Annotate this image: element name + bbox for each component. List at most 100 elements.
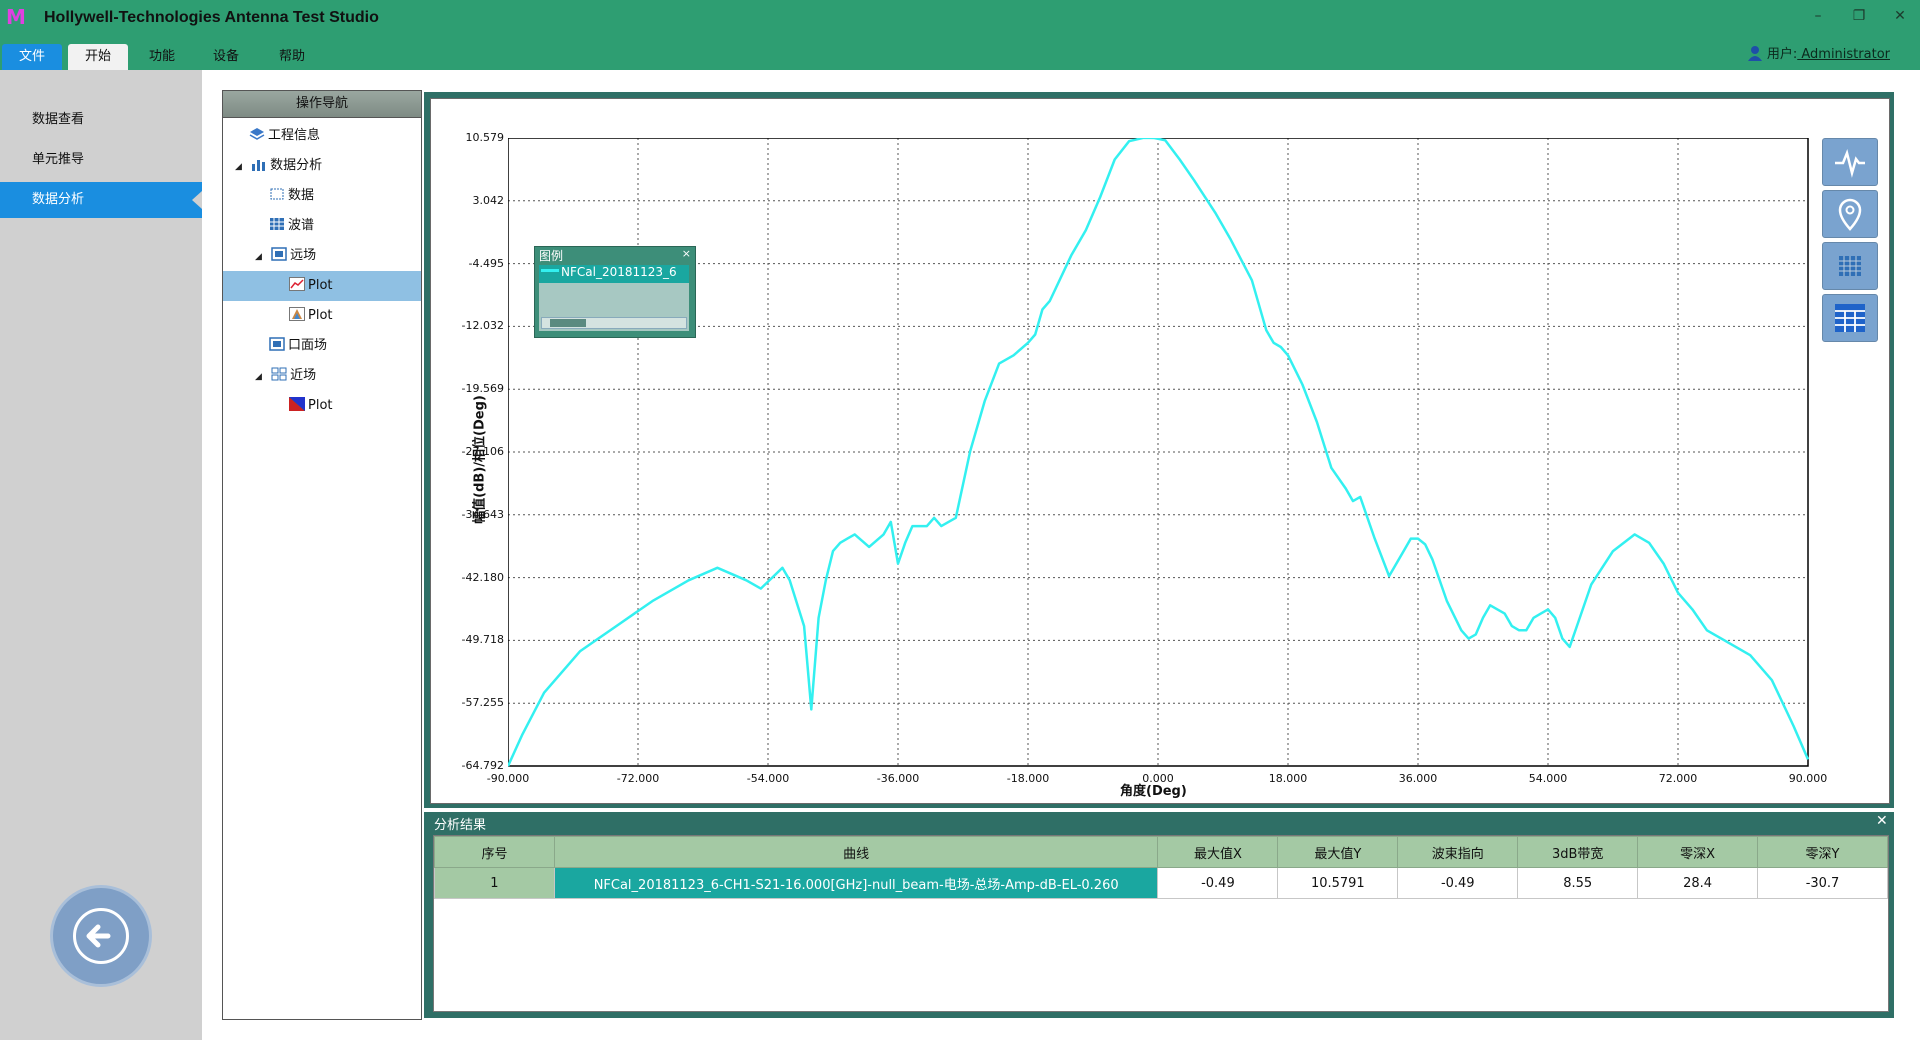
x-tick-label: -54.000 bbox=[746, 772, 790, 785]
y-tick-label: -34.643 bbox=[461, 507, 504, 521]
x-tick-label: 18.000 bbox=[1268, 772, 1308, 785]
collapse-triangle-icon[interactable]: ◢ bbox=[235, 152, 247, 182]
table-cell: NFCal_20181123_6-CH1-S21-16.000[GHz]-nul… bbox=[553, 867, 1159, 899]
operation-nav-panel: 操作导航 工程信息 ◢ 数据分析 数据 波谱 ◢ 远场 Plot Plot 口面… bbox=[222, 90, 422, 1020]
x-tick-label: -18.000 bbox=[1006, 772, 1050, 785]
legend-body: NFCal_20181123_6 bbox=[539, 265, 689, 331]
user-area[interactable]: 用户: Administrator bbox=[1747, 43, 1890, 63]
y-tick-label: -27.106 bbox=[461, 445, 504, 458]
restore-button[interactable]: ❐ bbox=[1845, 6, 1873, 26]
y-tick-label: 10.579 bbox=[465, 131, 505, 144]
menu-device[interactable]: 设备 bbox=[204, 46, 248, 68]
menu-function[interactable]: 功能 bbox=[140, 46, 184, 68]
y-tick-label: -64.792 bbox=[461, 759, 504, 772]
line-plot-icon bbox=[289, 273, 305, 291]
column-header[interactable]: 零深X bbox=[1637, 836, 1759, 868]
heatmap-plot-icon bbox=[289, 393, 305, 411]
grid-icon bbox=[1839, 256, 1861, 276]
x-tick-label: 72.000 bbox=[1658, 772, 1698, 785]
y-tick-label: -12.032 bbox=[461, 319, 504, 333]
sidebar-item-data-view[interactable]: 数据查看 bbox=[0, 102, 202, 138]
minimize-button[interactable]: – bbox=[1804, 6, 1832, 26]
table-body: 1 NFCal_20181123_6-CH1-S21-16.000[GHz]-nu… bbox=[434, 867, 1888, 899]
nav-header: 操作导航 bbox=[223, 91, 421, 118]
legend-panel[interactable]: 图例 × NFCal_20181123_6 bbox=[534, 246, 696, 338]
tree-node-spectrum[interactable]: 波谱 bbox=[223, 211, 421, 241]
x-tick-label: 90.000 bbox=[1788, 772, 1828, 785]
user-label: 用户: bbox=[1766, 47, 1798, 62]
menu-start[interactable]: 开始 bbox=[68, 44, 128, 70]
table-cell: 10.5791 bbox=[1277, 867, 1399, 899]
radiation-pattern-chart[interactable] bbox=[508, 138, 1818, 798]
table-tool-button[interactable] bbox=[1822, 294, 1878, 342]
results-table: 序号 曲线 最大值X 最大值Y 波束指向 3dB带宽 零深X 零深Y 1 NFCal_20181… bbox=[434, 836, 1888, 899]
table-cell: -0.49 bbox=[1397, 867, 1519, 899]
table-cell: 1 bbox=[434, 867, 555, 899]
legend-scroll-thumb[interactable] bbox=[550, 319, 586, 327]
column-header[interactable]: 零深Y bbox=[1757, 836, 1888, 868]
tree-node-aperture-field[interactable]: 口面场 bbox=[223, 331, 421, 361]
grid-tool-button[interactable] bbox=[1822, 242, 1878, 290]
grid-lines bbox=[508, 138, 1808, 766]
aperture-field-icon bbox=[269, 333, 285, 351]
location-pin-icon bbox=[1838, 198, 1862, 231]
table-header-row: 序号 曲线 最大值X 最大值Y 波束指向 3dB带宽 零深X 零深Y bbox=[434, 836, 1888, 868]
tree-node-near-field[interactable]: ◢ 近场 bbox=[223, 361, 421, 391]
column-header[interactable]: 序号 bbox=[434, 836, 555, 868]
legend-scrollbar[interactable] bbox=[541, 317, 687, 329]
user-icon bbox=[1747, 46, 1762, 61]
waveform-tool-button[interactable] bbox=[1822, 138, 1878, 186]
polar-plot-icon bbox=[289, 303, 305, 321]
x-tick-label: 36.000 bbox=[1398, 772, 1438, 785]
tree-node-far-field[interactable]: ◢ 远场 bbox=[223, 241, 421, 271]
app-title: Hollywell-Technologies Antenna Test Stud… bbox=[44, 9, 379, 26]
menu-help[interactable]: 帮助 bbox=[270, 46, 314, 68]
table-cell: -30.7 bbox=[1757, 867, 1888, 899]
legend-entry[interactable]: NFCal_20181123_6 bbox=[539, 265, 689, 283]
y-tick-label: -42.180 bbox=[461, 570, 504, 584]
near-field-icon bbox=[271, 363, 287, 381]
tree-node-project-info[interactable]: 工程信息 bbox=[223, 121, 421, 151]
x-tick-label: 54.000 bbox=[1528, 772, 1568, 785]
back-arrow-icon bbox=[73, 908, 129, 964]
results-close-button[interactable]: ✕ bbox=[1876, 813, 1888, 829]
column-header[interactable]: 最大值Y bbox=[1277, 836, 1399, 868]
column-header[interactable]: 3dB带宽 bbox=[1517, 836, 1639, 868]
table-cell: 8.55 bbox=[1517, 867, 1639, 899]
column-header[interactable]: 曲线 bbox=[553, 836, 1159, 868]
column-header[interactable]: 最大值X bbox=[1157, 836, 1279, 868]
tree-node-plot-near[interactable]: Plot bbox=[223, 391, 421, 421]
tree-node-data[interactable]: 数据 bbox=[223, 181, 421, 211]
y-tick-label: 3.042 bbox=[472, 193, 505, 207]
bar-chart-icon bbox=[251, 153, 267, 171]
back-button[interactable] bbox=[53, 888, 149, 984]
x-tick-label: -36.000 bbox=[876, 772, 920, 785]
tree-node-plot-line[interactable]: Plot bbox=[223, 271, 421, 301]
user-name-link[interactable]: Administrator bbox=[1797, 47, 1890, 62]
y-tick-label: -19.569 bbox=[461, 382, 504, 396]
menu-file[interactable]: 文件 bbox=[2, 44, 62, 70]
y-tick-label: -4.495 bbox=[468, 256, 504, 270]
x-tick-label: -72.000 bbox=[616, 772, 660, 785]
waveform-icon bbox=[1835, 148, 1865, 178]
table-cell: -0.49 bbox=[1157, 867, 1279, 899]
column-header[interactable]: 波束指向 bbox=[1397, 836, 1519, 868]
tree-node-plot-3d[interactable]: Plot bbox=[223, 301, 421, 331]
data-grid-icon bbox=[269, 183, 285, 200]
sidebar-item-unit-derive[interactable]: 单元推导 bbox=[0, 142, 202, 178]
close-button[interactable]: ✕ bbox=[1886, 6, 1914, 26]
collapse-triangle-icon[interactable]: ◢ bbox=[255, 362, 267, 392]
layers-icon bbox=[249, 123, 265, 140]
x-tick-label: -90.000 bbox=[486, 772, 530, 785]
table-row[interactable]: 1 NFCal_20181123_6-CH1-S21-16.000[GHz]-nu… bbox=[434, 867, 1888, 899]
app-logo: M bbox=[6, 5, 26, 29]
sidebar-item-data-analysis[interactable]: 数据分析 bbox=[0, 182, 202, 218]
legend-close-button[interactable]: × bbox=[682, 247, 691, 260]
y-tick-label: -49.718 bbox=[461, 633, 504, 647]
tree-node-data-analysis[interactable]: ◢ 数据分析 bbox=[223, 151, 421, 181]
marker-tool-button[interactable] bbox=[1822, 190, 1878, 238]
results-table-container: 序号 曲线 最大值X 最大值Y 波束指向 3dB带宽 零深X 零深Y 1 NFCal_20181… bbox=[433, 835, 1889, 1012]
table-cell: 28.4 bbox=[1637, 867, 1759, 899]
legend-swatch bbox=[541, 269, 559, 272]
collapse-triangle-icon[interactable]: ◢ bbox=[255, 242, 267, 272]
